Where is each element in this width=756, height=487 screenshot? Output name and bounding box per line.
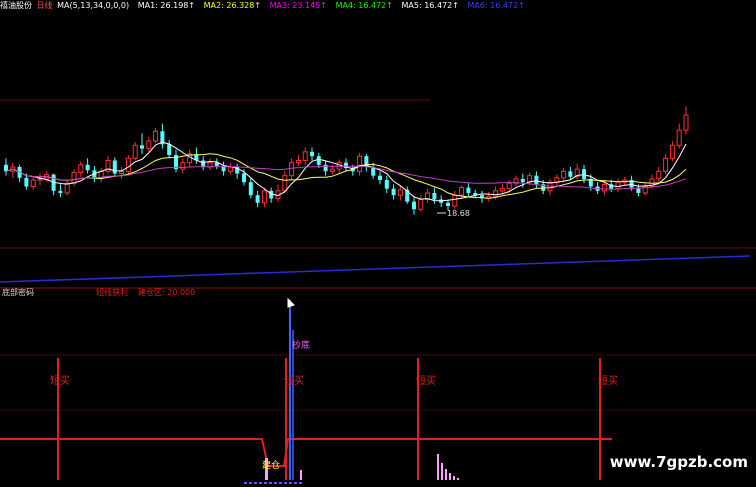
candle-body <box>227 166 233 172</box>
candle-body <box>397 189 403 196</box>
indicator-field1: 短线获利 <box>96 288 128 297</box>
indicator-line <box>0 438 612 467</box>
candle-body <box>180 162 186 170</box>
candle-body <box>37 178 43 181</box>
candle-body <box>683 114 689 131</box>
indicator-title: 底部密码 <box>2 288 34 297</box>
candle-body <box>146 140 152 150</box>
candle-body <box>412 201 416 210</box>
candle-body <box>452 194 458 207</box>
candle-body <box>153 130 159 142</box>
candle-body <box>676 129 682 146</box>
candle-body <box>656 170 662 180</box>
spike-bar <box>445 469 447 480</box>
candle-body <box>248 182 253 196</box>
candle-body <box>446 202 450 206</box>
candle-body <box>459 187 465 196</box>
candle-body <box>201 160 206 167</box>
candle-body <box>242 173 246 183</box>
candle-body <box>418 199 424 210</box>
candle-body <box>282 175 288 192</box>
candle-body <box>323 164 328 172</box>
candle-body <box>568 171 573 177</box>
candle-body <box>167 144 172 156</box>
candle-body <box>112 160 117 174</box>
candle-body <box>534 175 539 185</box>
candle-body <box>125 157 131 172</box>
indicator-panel: 短买 短买 短买 短买 抄底 建仓 <box>0 297 618 484</box>
buy-label-2: 短买 <box>284 374 304 387</box>
candle-body <box>378 175 382 180</box>
watermark: www.7gpzb.com <box>609 453 748 471</box>
candle-body <box>493 190 499 197</box>
spike-bar <box>437 454 439 480</box>
candle-body <box>499 188 505 192</box>
buy-label-1: 短买 <box>50 374 70 387</box>
candle-body <box>391 188 396 196</box>
candle-body <box>30 179 36 187</box>
candle-body <box>132 144 138 159</box>
candle-body <box>329 168 335 172</box>
low-price-label: 18.68 <box>447 209 470 218</box>
candle-body <box>58 190 63 193</box>
candle-body <box>71 171 77 184</box>
candle-body <box>64 182 70 194</box>
spike-bar <box>449 473 451 480</box>
candle-body <box>24 177 29 187</box>
candle-body <box>561 170 567 179</box>
candle-body <box>302 151 308 161</box>
candle-body <box>520 178 525 183</box>
candle-body <box>582 169 586 179</box>
candle-body <box>310 151 314 157</box>
candle-body <box>119 170 125 174</box>
chaodi-label: 抄底 <box>292 339 310 351</box>
candles-group <box>4 106 689 215</box>
candle-body <box>615 181 621 190</box>
candle-body <box>316 156 321 165</box>
spike-bar <box>300 470 302 480</box>
candle-body <box>357 155 363 172</box>
candle-body <box>78 164 84 173</box>
candle-body <box>384 180 389 189</box>
candle-body <box>506 182 512 190</box>
spike-bar <box>453 476 455 480</box>
candle-body <box>601 183 607 192</box>
kline-chart[interactable]: 18.68 短买 短买 短买 短买 抄底 建仓 <box>0 0 756 487</box>
indicator-header: 底部密码 短线获利 建仓区: 20.000 <box>0 287 756 301</box>
jiancang-label: 建仓 <box>262 459 280 471</box>
candle-body <box>255 195 260 203</box>
candle-body <box>289 162 295 177</box>
spike-bar <box>441 463 443 480</box>
spike-bar <box>457 478 459 480</box>
candle-body <box>669 144 675 159</box>
candle-body <box>466 187 471 193</box>
candle-body <box>85 164 90 171</box>
candle-body <box>663 157 669 172</box>
candle-body <box>432 193 437 200</box>
candle-body <box>140 145 144 149</box>
long-term-ma-line <box>0 255 751 283</box>
buy-label-4: 短买 <box>598 374 618 387</box>
candle-body <box>295 160 301 164</box>
buy-label-3: 短买 <box>416 374 436 387</box>
indicator-field2: 建仓区: 20.000 <box>138 288 196 297</box>
candle-body <box>261 190 267 204</box>
